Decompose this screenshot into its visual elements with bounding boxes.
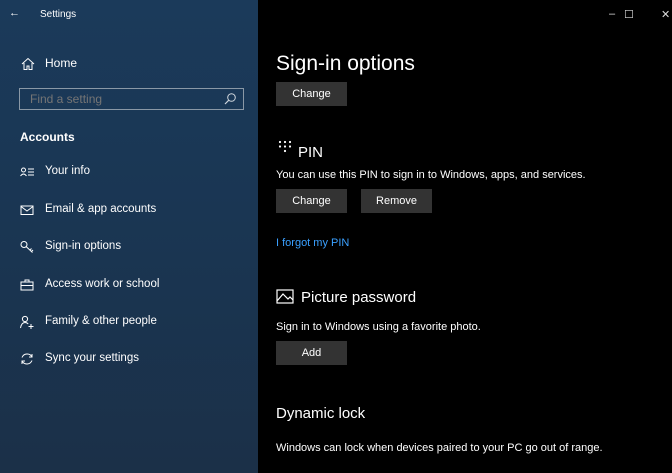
sidebar-item-label: Email & app accounts [45, 203, 157, 215]
briefcase-icon [20, 279, 34, 291]
sidebar-item-label: Access work or school [45, 278, 160, 290]
sidebar-item-home[interactable]: Home [0, 52, 258, 76]
search-icon[interactable] [223, 92, 237, 106]
key-icon [20, 241, 34, 253]
close-button[interactable]: ✕ [661, 8, 670, 21]
sync-icon [21, 353, 33, 365]
sidebar-item-label: Your info [45, 165, 90, 177]
main-content: – ☐ ✕ Sign-in options Change PIN You can… [258, 0, 672, 473]
person-add-icon [20, 315, 34, 329]
sidebar-item-label: Sync your settings [45, 352, 139, 364]
app-title: Settings [40, 9, 77, 20]
pin-change-button[interactable]: Change [276, 189, 347, 213]
dynamic-lock-description: Windows can lock when devices paired to … [276, 442, 603, 454]
picture-icon [276, 289, 294, 304]
pin-keypad-icon [278, 140, 292, 153]
forgot-pin-link[interactable]: I forgot my PIN [276, 237, 349, 249]
pin-description: You can use this PIN to sign in to Windo… [276, 169, 586, 181]
maximize-button[interactable]: ☐ [624, 8, 634, 21]
sidebar-item-sign-in-options[interactable]: Sign-in options [0, 235, 258, 259]
sidebar-item-access-work-school[interactable]: Access work or school [0, 273, 258, 297]
dynamic-lock-heading: Dynamic lock [276, 405, 366, 422]
page-title: Sign-in options [276, 52, 415, 75]
sidebar-item-label: Sign-in options [45, 240, 122, 252]
pin-remove-button[interactable]: Remove [361, 189, 432, 213]
pin-heading: PIN [298, 144, 324, 161]
sidebar-item-sync-settings[interactable]: Sync your settings [0, 347, 258, 371]
change-button[interactable]: Change [276, 82, 347, 106]
sidebar-item-label: Home [45, 56, 78, 70]
titlebar-left: ← Settings [0, 0, 258, 30]
picture-password-description: Sign in to Windows using a favorite phot… [276, 321, 481, 333]
picture-password-add-button[interactable]: Add [276, 341, 347, 365]
search-box[interactable] [19, 88, 244, 110]
sidebar: ← Settings Home Accounts Your info Ema [0, 0, 258, 473]
sidebar-item-email-app-accounts[interactable]: Email & app accounts [0, 198, 258, 222]
minimize-button[interactable]: – [609, 8, 615, 20]
section-title-accounts: Accounts [20, 130, 75, 144]
sidebar-item-your-info[interactable]: Your info [0, 160, 258, 184]
sidebar-item-label: Family & other people [45, 315, 157, 327]
search-input[interactable] [20, 89, 210, 109]
mail-icon [20, 205, 34, 215]
home-icon [21, 57, 35, 70]
back-arrow-icon[interactable]: ← [9, 7, 20, 19]
picture-password-heading: Picture password [301, 289, 417, 306]
person-card-icon [20, 167, 34, 177]
sidebar-item-family-other-people[interactable]: Family & other people [0, 310, 258, 334]
